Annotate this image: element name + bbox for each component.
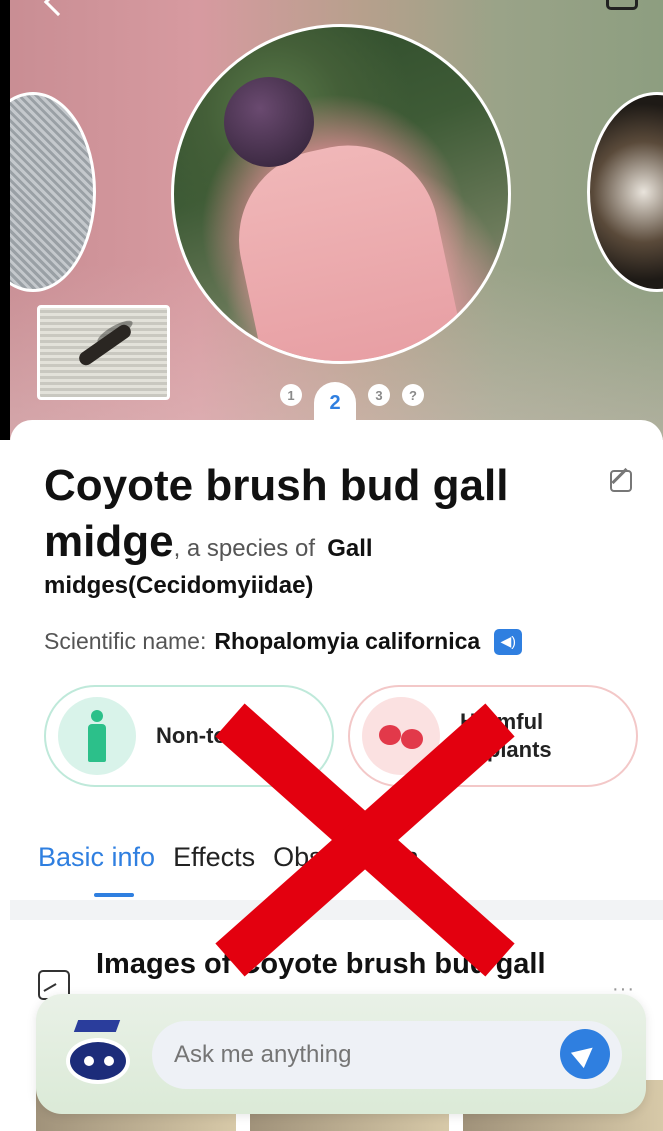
send-button[interactable] bbox=[560, 1029, 610, 1079]
scientific-name-row: Scientific name: Rhopalomyia californica… bbox=[44, 628, 523, 655]
section-title: Images of Coyote brush bud gall bbox=[96, 948, 546, 980]
tab-bar: Basic info Effects Observation bbox=[38, 842, 419, 873]
section-separator bbox=[10, 900, 663, 920]
insect-body-shape bbox=[76, 322, 134, 368]
genus-name-part2[interactable]: midges(Cecidomyiidae) bbox=[44, 572, 313, 600]
pager-dot-2[interactable]: 2 bbox=[314, 382, 356, 424]
tab-effects[interactable]: Effects bbox=[173, 842, 255, 873]
hero-gallery[interactable]: 1 2 3 ? bbox=[0, 0, 663, 440]
gall-bud-shape bbox=[224, 77, 314, 167]
person-icon bbox=[86, 710, 108, 762]
harm-label-line1: Harmful bbox=[460, 709, 544, 734]
harm-label-line2: to plants bbox=[460, 737, 552, 762]
tab-observation[interactable]: Observation bbox=[273, 842, 419, 873]
gallery-image-main[interactable] bbox=[171, 24, 511, 364]
berries-icon bbox=[377, 721, 425, 751]
toxicity-label: Non-toxic bbox=[156, 723, 258, 748]
camera-icon[interactable] bbox=[606, 0, 638, 10]
toxicity-badge[interactable]: Non-toxic bbox=[44, 685, 334, 787]
gallery-pager: 1 2 3 ? bbox=[280, 382, 424, 424]
title-line-1: Coyote brush bud gall bbox=[44, 461, 509, 510]
speaker-icon[interactable]: ◀) bbox=[494, 628, 523, 655]
screen-edge bbox=[0, 0, 10, 440]
species-common-name: Coyote brush bud gall midge, a species o… bbox=[44, 458, 604, 577]
pager-dot-3[interactable]: 3 bbox=[368, 384, 390, 406]
species-detail-screen: 1 2 3 ? Coyote brush bud gall midge, a s… bbox=[0, 0, 663, 1131]
pager-dot-1[interactable]: 1 bbox=[280, 384, 302, 406]
genus-name-part1[interactable]: Gall bbox=[327, 535, 372, 562]
harm-badge[interactable]: Harmful to plants bbox=[348, 685, 638, 787]
tab-basic-info[interactable]: Basic info bbox=[38, 842, 155, 873]
ask-input[interactable] bbox=[152, 1021, 622, 1089]
assistant-bot-icon[interactable] bbox=[62, 1020, 134, 1084]
scientific-label: Scientific name: bbox=[44, 628, 207, 654]
harm-icon-wrap bbox=[362, 697, 440, 775]
scientific-name: Rhopalomyia californica bbox=[214, 628, 481, 654]
edit-icon[interactable] bbox=[610, 470, 632, 492]
species-subtitle: , a species of bbox=[173, 535, 315, 562]
toxicity-icon-wrap bbox=[58, 697, 136, 775]
active-tab-indicator bbox=[94, 893, 134, 897]
pager-dot-unknown[interactable]: ? bbox=[402, 384, 424, 406]
gallery-thumbnail[interactable] bbox=[37, 305, 170, 400]
title-line-2: midge bbox=[44, 517, 174, 566]
harm-label: Harmful to plants bbox=[460, 708, 552, 764]
species-title: Coyote brush bud gall midge, a species o… bbox=[44, 458, 604, 577]
